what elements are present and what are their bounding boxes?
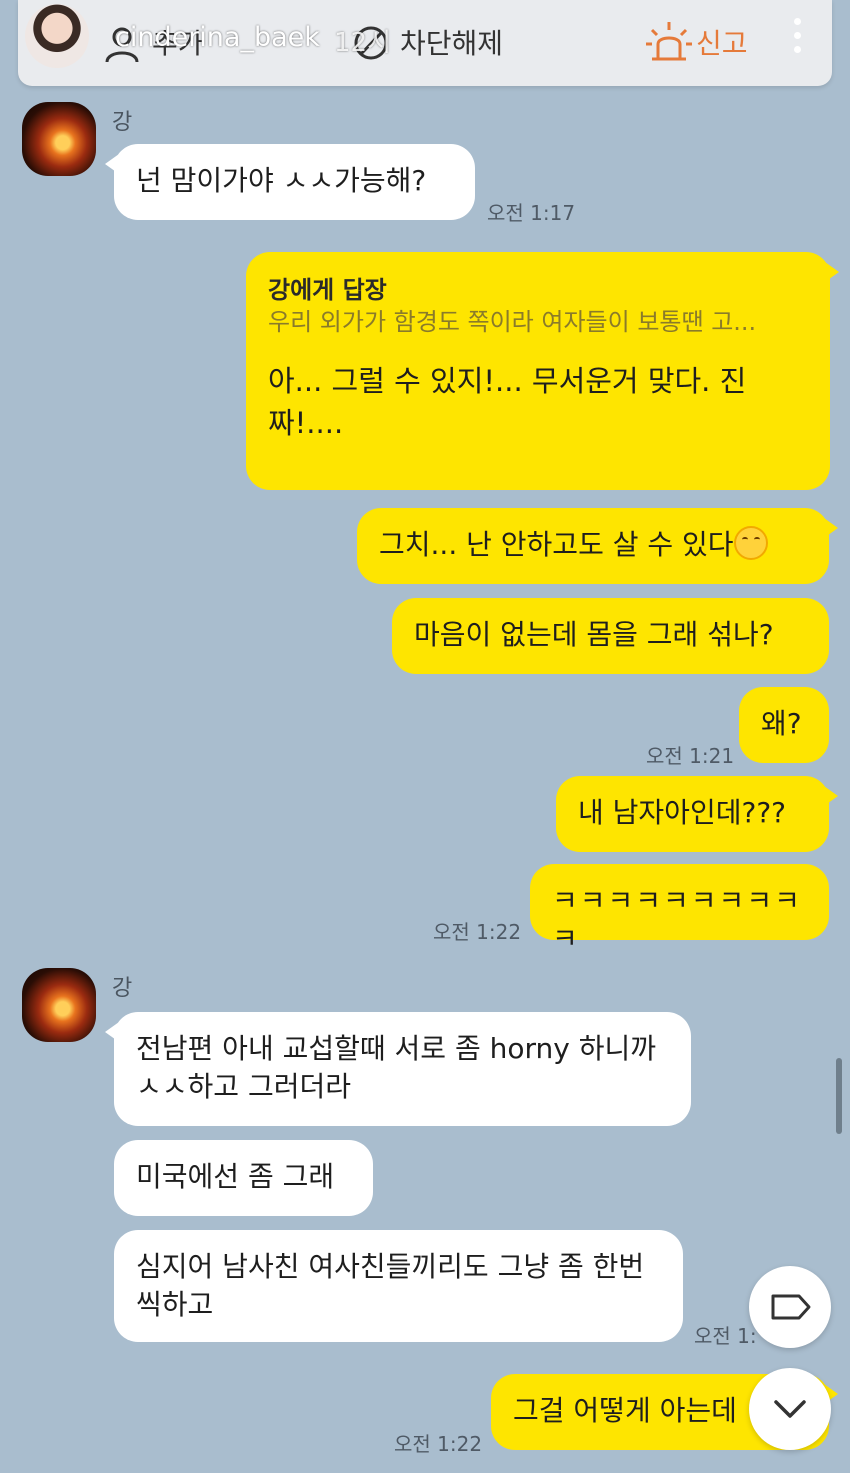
message-bubble-in[interactable]: 미국에선 좀 그래 xyxy=(114,1140,373,1216)
siren-icon[interactable] xyxy=(646,20,692,64)
message-bubble-out[interactable]: 왜? xyxy=(739,687,829,763)
tag-button[interactable] xyxy=(749,1266,831,1348)
scroll-down-button[interactable] xyxy=(749,1368,831,1450)
story-header: 추가 차단해제 신고 cinderina_baek 12시 xyxy=(18,0,832,86)
message-time: 오전 1:21 xyxy=(646,744,735,768)
message-bubble-out[interactable]: 내 남자아인데??? xyxy=(556,776,838,852)
unblock-label[interactable]: 차단해제 xyxy=(400,22,503,62)
story-avatar[interactable] xyxy=(25,4,89,68)
message-time: 오전 1:22 xyxy=(433,920,522,944)
reply-text: 아... 그럴 수 있지!... 무서운거 맞다. 진짜!.... xyxy=(268,364,747,440)
sender-name: 강 xyxy=(112,976,133,1001)
scrollbar[interactable] xyxy=(836,1058,842,1134)
message-bubble-out[interactable]: 마음이 없는데 몸을 그래 섞나? xyxy=(392,598,829,674)
kebab-menu-icon[interactable] xyxy=(794,18,802,58)
reply-message-bubble[interactable]: 강에게 답장 우리 외가가 함경도 쪽이라 여자들이 보통땐 고... 아...… xyxy=(246,252,839,490)
report-label[interactable]: 신고 xyxy=(696,22,748,62)
reply-target: 강에게 답장 xyxy=(268,276,387,304)
story-time: 12시 xyxy=(334,28,392,58)
story-username[interactable]: cinderina_baek xyxy=(115,22,320,53)
message-bubble-in[interactable]: 전남편 아내 교섭할때 서로 좀 horny 하니까 ㅅㅅ하고 그러더라 xyxy=(105,1012,691,1126)
message-bubble-out[interactable]: 그치... 난 안하고도 살 수 있다 xyxy=(357,508,838,584)
chevron-down-icon xyxy=(774,1400,806,1418)
message-time: 오전 1:17 xyxy=(487,201,576,225)
message-text: 그치... 난 안하고도 살 수 있다 xyxy=(379,528,734,561)
tag-icon xyxy=(771,1294,811,1320)
message-time: 오전 1:22 xyxy=(394,1432,483,1456)
message-bubble-in[interactable]: 넌 맘이가야 ㅅㅅ가능해? xyxy=(105,144,475,220)
reply-quote: 우리 외가가 함경도 쪽이라 여자들이 보통땐 고... xyxy=(268,308,757,336)
message-bubble-out[interactable]: ㅋㅋㅋㅋㅋㅋㅋㅋㅋㅋ xyxy=(530,864,829,955)
message-time: 오전 1: xyxy=(694,1324,757,1348)
message-bubble-in[interactable]: 심지어 남사친 여사친들끼리도 그냥 좀 한번씩하고 xyxy=(114,1230,683,1342)
sender-name: 강 xyxy=(112,110,133,135)
sender-avatar[interactable] xyxy=(22,102,96,176)
smile-emoji xyxy=(733,526,768,560)
sender-avatar[interactable] xyxy=(22,968,96,1042)
